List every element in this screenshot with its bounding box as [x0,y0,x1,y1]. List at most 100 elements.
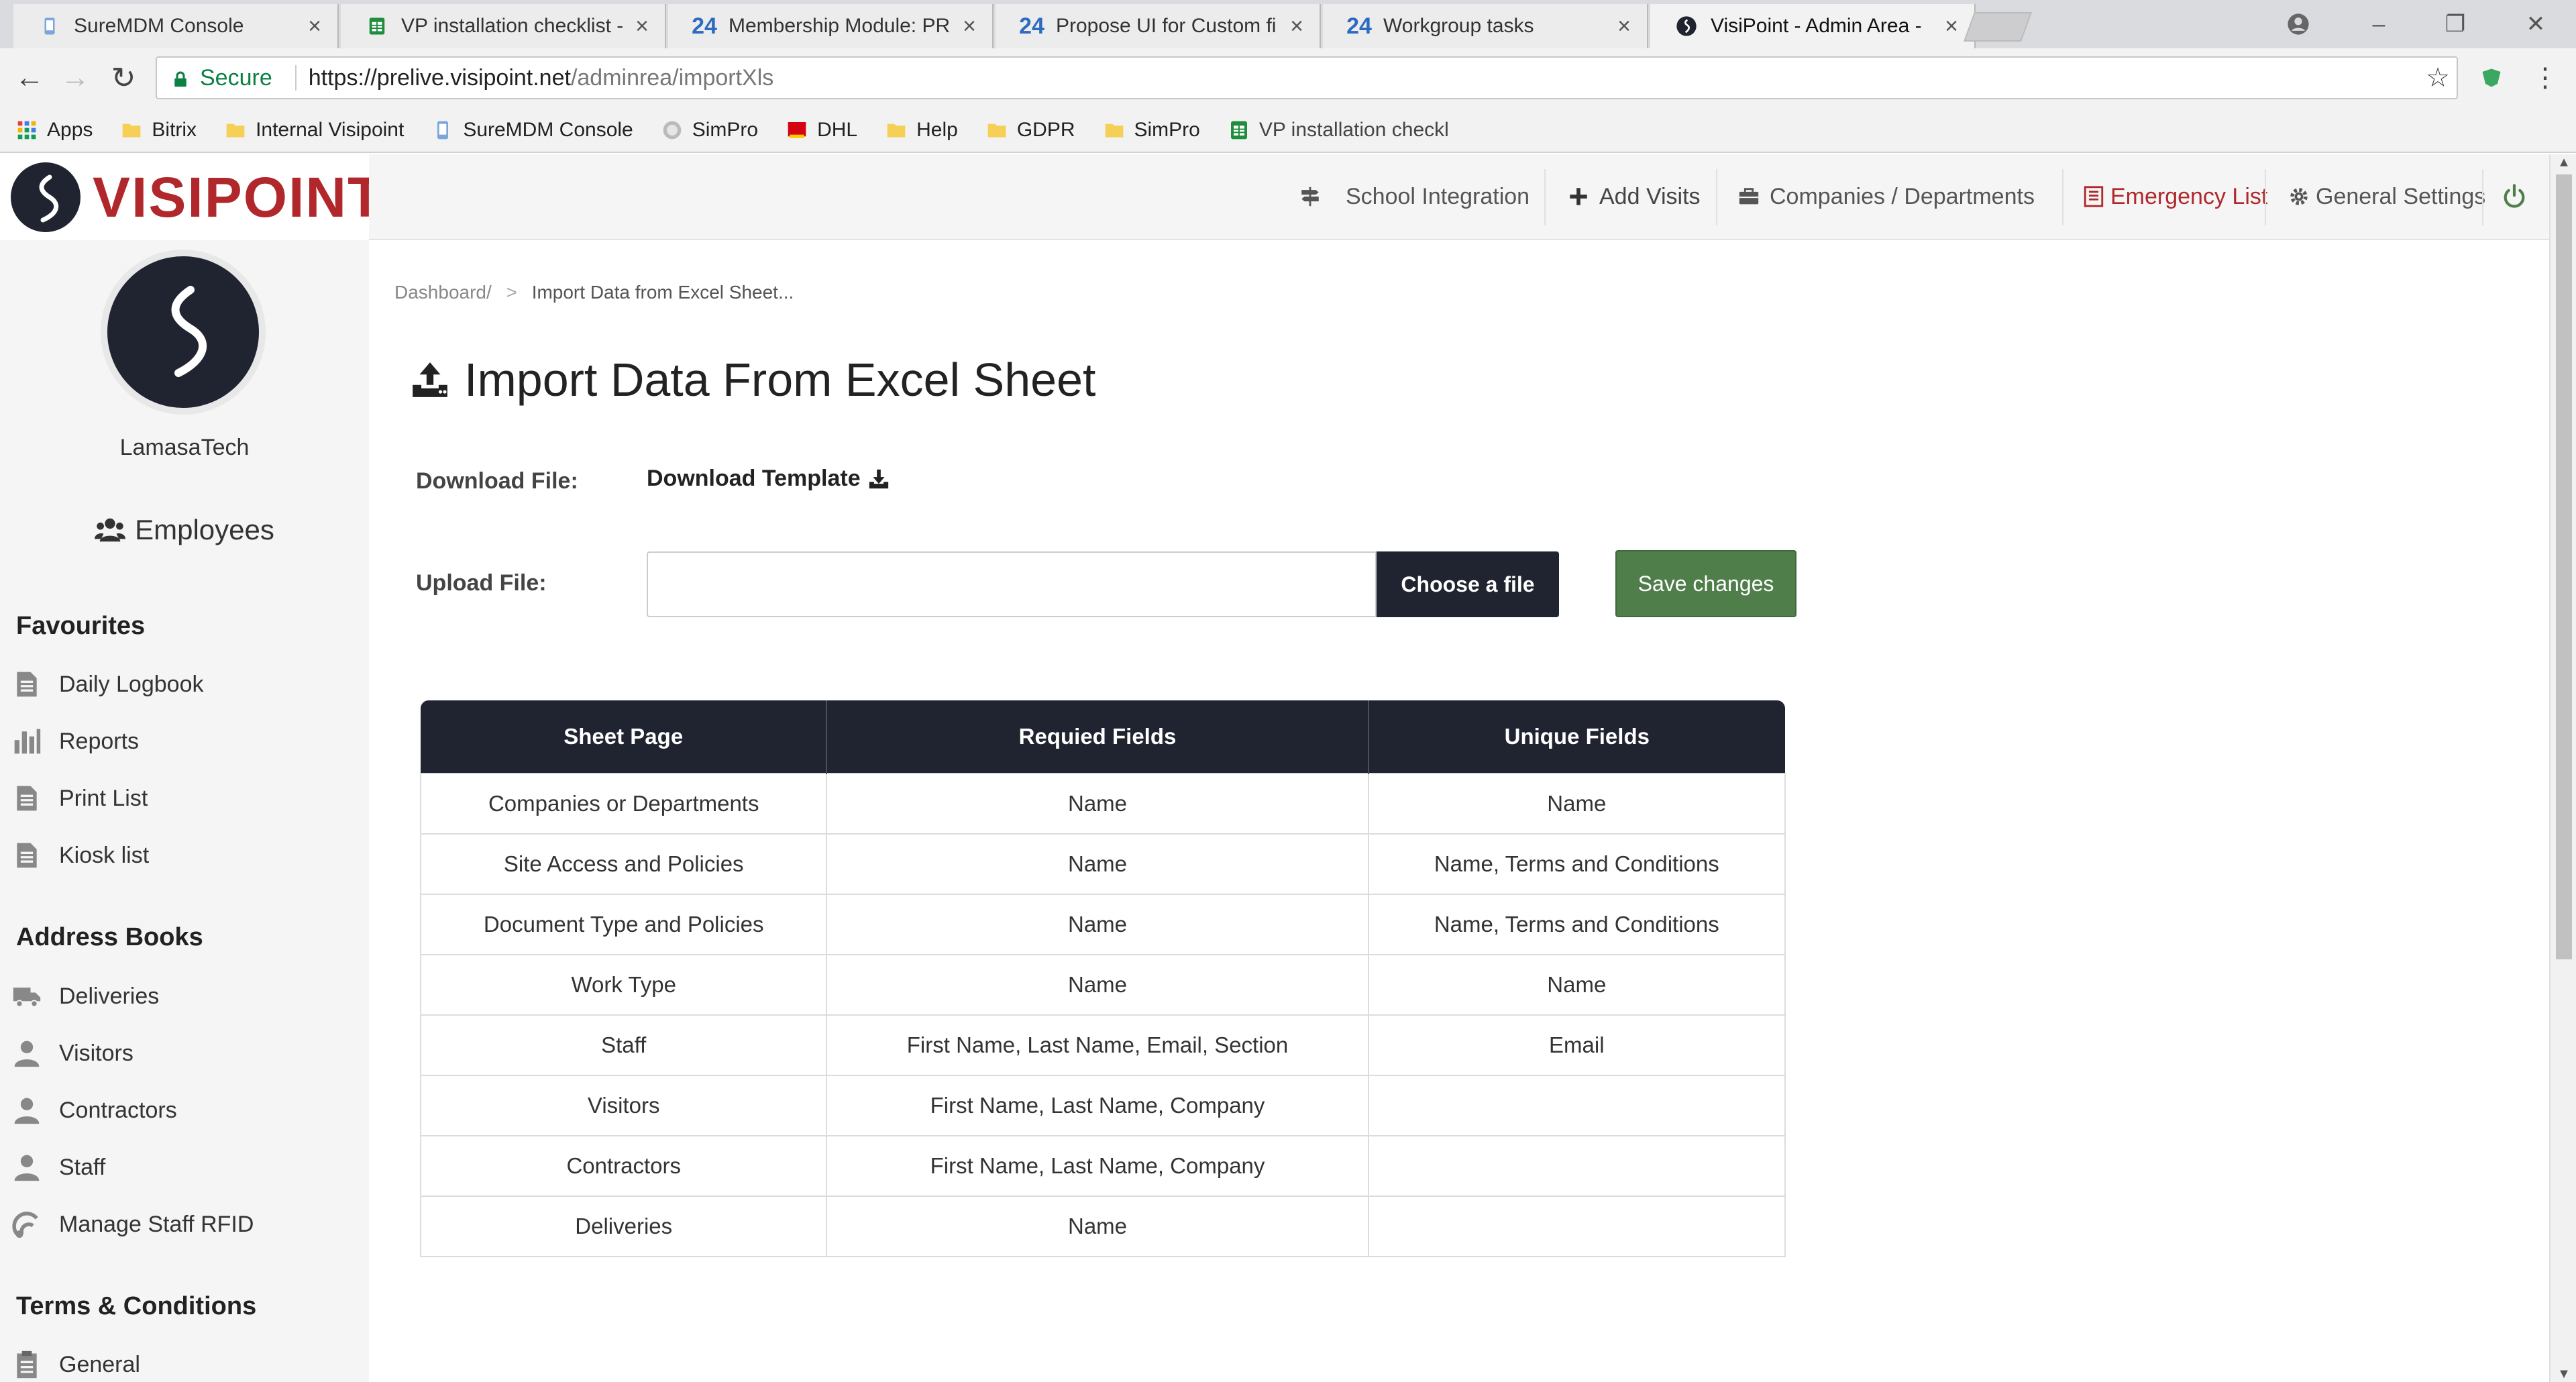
sidebar-item-label: Deliveries [59,983,160,1009]
sidebar-item-contractors[interactable]: Contractors [12,1090,177,1130]
bookmark-simpro-folder[interactable]: SimPro [1104,119,1200,142]
browser-tab[interactable]: 24 Membership Module: PR × [668,4,994,48]
table-cell: Contractors [419,1135,828,1197]
sidebar-item-visitors[interactable]: Visitors [12,1033,133,1073]
sidebar-item-staff[interactable]: Staff [12,1147,105,1187]
bookmark-internal-visipoint[interactable]: Internal Visipoint [225,119,404,142]
close-icon[interactable]: × [1617,13,1631,40]
download-icon [869,469,888,488]
forward-icon[interactable]: → [55,58,95,98]
tab-title: Workgroup tasks [1383,15,1534,37]
address-bar-row: ← → ↻ Secure https://prelive.visipoint.n… [0,48,2576,109]
scroll-down-icon[interactable]: ▼ [2551,1366,2576,1382]
reload-icon[interactable]: ↻ [103,58,144,98]
employees-label: Employees [135,514,274,545]
nav-label: Add Visits [1599,183,1701,209]
breadcrumb-current: Import Data from Excel Sheet... [531,282,794,303]
bookmark-label: GDPR [1016,119,1075,141]
bookmark-label: Apps [47,119,93,141]
import-fields-table: Sheet Page Requied Fields Unique Fields … [419,700,1786,1257]
menu-icon[interactable]: ⋮ [2525,58,2565,98]
bookmark-apps[interactable]: Apps [16,119,93,142]
close-icon[interactable]: × [963,13,976,40]
visipoint-favicon-icon [1674,14,1699,38]
nav-label: School Integration [1346,183,1530,209]
table-row: Site Access and Policies Name Name, Term… [419,833,1786,895]
back-icon[interactable]: ← [9,58,50,98]
table-cell: First Name, Last Name, Email, Section [826,1014,1369,1076]
bookmark-dhl[interactable]: DHL [786,119,857,142]
save-changes-button[interactable]: Save changes [1615,550,1796,617]
divider [294,65,297,91]
browser-tab-active[interactable]: VisiPoint - Admin Area - × [1650,4,1976,48]
download-template-link[interactable]: Download Template [647,466,890,492]
nav-companies-departments[interactable]: Companies / Departments [1737,154,2035,239]
close-icon[interactable]: × [308,13,321,40]
bar-chart-icon [14,729,41,754]
close-icon[interactable]: × [1945,13,1958,40]
new-tab-button[interactable] [1963,12,2033,42]
minimize-icon[interactable]: – [2339,0,2419,48]
table-cell: Name [826,833,1369,895]
close-icon[interactable]: × [1290,13,1303,40]
restore-icon[interactable]: ❐ [2415,0,2496,48]
browser-tab[interactable]: VP installation checklist - × [341,4,666,48]
nav-school-integration[interactable]: School Integration [1299,154,1529,239]
table-cell [1367,1135,1786,1197]
browser-tab[interactable]: SureMDM Console × [13,4,339,48]
bookmark-label: Bitrix [152,119,197,141]
document-icon [17,843,37,868]
logout-button[interactable] [2501,154,2537,239]
bookmark-help[interactable]: Help [885,119,958,142]
profile-icon[interactable] [2258,0,2339,48]
bookmark-gdpr[interactable]: GDPR [986,119,1075,142]
breadcrumb-dashboard[interactable]: Dashboard/ [394,282,492,303]
bookmark-bitrix[interactable]: Bitrix [121,119,197,142]
bookmark-label: SimPro [692,119,759,141]
nav-emergency-list[interactable]: Emergency List [2062,154,2267,239]
bitrix24-icon: 24 [1346,13,1372,39]
window-close-icon[interactable]: ✕ [2496,0,2576,48]
upload-icon [413,362,447,397]
bookmark-label: Help [916,119,958,141]
phone-icon [437,121,449,140]
upload-file-input[interactable] [647,551,1377,617]
sidebar-item-manage-staff-rfid[interactable]: Manage Staff RFID [12,1204,254,1244]
sidebar-item-daily-logbook[interactable]: Daily Logbook [12,664,203,704]
bookmark-simpro[interactable]: SimPro [661,119,758,142]
phone-icon [38,14,62,38]
bookmark-vp-checklist[interactable]: VP installation checkl [1228,119,1449,142]
browser-tab-strip: SureMDM Console × VP installation checkl… [0,0,2576,48]
globe-icon [663,121,682,140]
browser-tab[interactable]: 24 Workgroup tasks × [1323,4,1648,48]
nav-add-visits[interactable]: Add Visits [1567,154,1701,239]
sidebar-item-label: Staff [59,1154,106,1180]
apps-grid-icon [17,121,36,140]
close-icon[interactable]: × [635,13,649,40]
sidebar-item-print-list[interactable]: Print List [12,778,148,818]
spreadsheet-icon [365,14,389,38]
scrollbar-thumb[interactable] [2556,174,2572,959]
app-logo[interactable]: VISIPOINT [0,154,382,240]
sidebar-item-reports[interactable]: Reports [12,721,139,761]
nav-general-settings[interactable]: General Settings [2288,154,2485,239]
url-input[interactable]: Secure https://prelive.visipoint.net/adm… [156,56,2458,99]
bookmark-suremdm[interactable]: SureMDM Console [432,119,633,142]
sidebar-item-deliveries[interactable]: Deliveries [12,976,159,1016]
sidebar: LamasaTech Employees Favourites Daily Lo… [0,240,369,1382]
table-cell: Visitors [419,1075,828,1136]
table-cell: Document Type and Policies [419,894,828,955]
sidebar-item-kiosk-list[interactable]: Kiosk list [12,835,149,875]
avatar[interactable] [107,256,259,408]
sidebar-item-general[interactable]: General [12,1344,140,1382]
choose-file-button[interactable]: Choose a file [1377,551,1559,617]
page-scrollbar[interactable]: ▲ ▼ [2549,154,2576,1382]
terms-heading: Terms & Conditions [16,1292,257,1320]
scroll-up-icon[interactable]: ▲ [2551,154,2576,170]
table-cell [1367,1075,1786,1136]
employees-link[interactable]: Employees [0,514,369,546]
browser-tab[interactable]: 24 Propose UI for Custom fi × [996,4,1321,48]
star-icon[interactable]: ☆ [2418,58,2458,98]
logo-text: VISIPOINT [93,165,384,229]
extension-icon[interactable] [2471,58,2512,98]
